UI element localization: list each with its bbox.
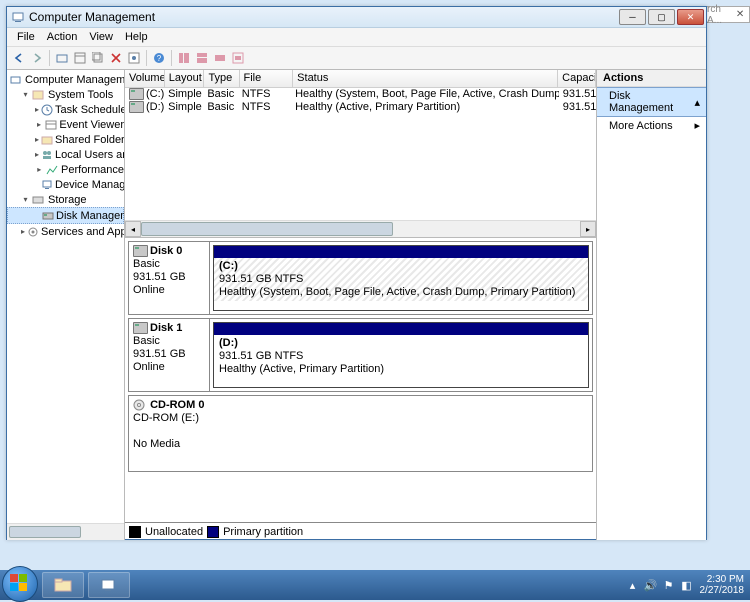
disk-volume[interactable]: (D:) 931.51 GB NTFS Healthy (Active, Pri… (213, 322, 589, 388)
app-icon (11, 10, 25, 24)
tree-event-viewer[interactable]: ▸Event Viewer (7, 117, 124, 132)
list-item[interactable]: (D:) Simple Basic NTFS Healthy (Active, … (125, 101, 596, 114)
actions-disk-management[interactable]: Disk Management▴ (597, 87, 706, 117)
volume-icon[interactable]: 🔊 (644, 578, 658, 592)
scroll-right-icon[interactable]: ▸ (580, 221, 596, 237)
scroll-left-icon[interactable]: ◂ (125, 221, 141, 237)
maximize-button[interactable]: ▢ (648, 9, 675, 25)
taskbar-explorer[interactable] (42, 572, 84, 598)
list-item[interactable]: (C:) Simple Basic NTFS Healthy (System, … (125, 88, 596, 101)
volume-list-header[interactable]: Volume Layout Type File System Status Ca… (125, 70, 596, 88)
cd-icon (133, 399, 147, 411)
clock[interactable]: 2:30 PM 2/27/2018 (700, 574, 745, 596)
menu-file[interactable]: File (11, 31, 41, 43)
taskbar[interactable]: ▴ 🔊 ⚑ ◧ 2:30 PM 2/27/2018 (0, 570, 750, 600)
list-hscrollbar[interactable]: ◂ ▸ (125, 220, 596, 237)
tool-icon[interactable] (90, 50, 106, 66)
drive-icon (129, 101, 144, 113)
menu-action[interactable]: Action (41, 31, 84, 43)
minimize-button[interactable]: ─ (619, 9, 646, 25)
window-title: Computer Management (29, 10, 619, 24)
svg-text:?: ? (157, 54, 162, 63)
legend-swatch-unallocated (129, 526, 141, 538)
col-type[interactable]: Type (204, 70, 239, 87)
nav-tree[interactable]: Computer Management ▾System Tools ▸Task … (7, 70, 125, 540)
main-panel: Volume Layout Type File System Status Ca… (125, 70, 596, 540)
close-button[interactable]: ✕ (677, 9, 704, 25)
drive-icon (129, 88, 144, 100)
back-button[interactable] (11, 50, 27, 66)
legend-swatch-primary (207, 526, 219, 538)
background-search-fragment: rch A...✕ (704, 6, 750, 23)
tree-hscrollbar[interactable] (7, 523, 124, 540)
tree-system-tools[interactable]: ▾System Tools (7, 87, 124, 102)
tree-shared-folders[interactable]: ▸Shared Folders (7, 132, 124, 147)
legend: Unallocated Primary partition (125, 522, 596, 540)
tool-icon[interactable] (230, 50, 246, 66)
disk-icon (133, 245, 148, 257)
actions-pane: Actions Disk Management▴ More Actions▸ (596, 70, 706, 540)
col-layout[interactable]: Layout (165, 70, 205, 87)
tool-icon[interactable] (194, 50, 210, 66)
col-status[interactable]: Status (293, 70, 558, 87)
tray-icon[interactable]: ⚑ (662, 578, 676, 592)
menu-view[interactable]: View (83, 31, 119, 43)
tree-root[interactable]: Computer Management (7, 72, 124, 87)
tray-icon[interactable]: ◧ (680, 578, 694, 592)
help-icon[interactable]: ? (151, 50, 167, 66)
actions-header: Actions (597, 70, 706, 87)
menu-help[interactable]: Help (119, 31, 154, 43)
chevron-right-icon: ▸ (694, 119, 700, 132)
forward-button[interactable] (29, 50, 45, 66)
disk-volume[interactable]: (C:) 931.51 GB NTFS Healthy (System, Boo… (213, 245, 589, 311)
properties-icon[interactable] (126, 50, 142, 66)
disk-row[interactable]: CD-ROM 0 CD-ROM (E:) No Media (128, 395, 593, 472)
tree-device-manager[interactable]: ▸Device Manager (7, 177, 124, 192)
tool-icon[interactable] (72, 50, 88, 66)
taskbar-compmgmt[interactable] (88, 572, 130, 598)
tree-storage[interactable]: ▾Storage (7, 192, 124, 207)
tree-task-scheduler[interactable]: ▸Task Scheduler (7, 102, 124, 117)
start-button[interactable] (2, 566, 38, 602)
toolbar: ? (7, 47, 706, 70)
show-hidden-icon[interactable]: ▴ (626, 578, 640, 592)
disk-icon (133, 322, 148, 334)
tree-performance[interactable]: ▸Performance (7, 162, 124, 177)
tool-icon[interactable] (212, 50, 228, 66)
tree-disk-management[interactable]: ▸Disk Management (7, 207, 124, 224)
actions-more[interactable]: More Actions▸ (597, 117, 706, 134)
delete-icon[interactable] (108, 50, 124, 66)
close-icon: ✕ (736, 9, 747, 21)
tool-icon[interactable] (176, 50, 192, 66)
tray-icons[interactable]: ▴ 🔊 ⚑ ◧ (626, 578, 694, 592)
windows-logo-icon (10, 574, 28, 592)
disk-row[interactable]: Disk 1 Basic 931.51 GB Online (D:) 931.5… (128, 318, 593, 392)
disk-map: Disk 0 Basic 931.51 GB Online (C:) 931.5… (125, 238, 596, 522)
computer-management-window: Computer Management ─ ▢ ✕ File Action Vi… (6, 6, 707, 540)
tool-icon[interactable] (54, 50, 70, 66)
disk-row[interactable]: Disk 0 Basic 931.51 GB Online (C:) 931.5… (128, 241, 593, 315)
tree-services[interactable]: ▸Services and Applications (7, 224, 124, 239)
titlebar[interactable]: Computer Management ─ ▢ ✕ (7, 7, 706, 28)
volume-list[interactable]: (C:) Simple Basic NTFS Healthy (System, … (125, 88, 596, 220)
menubar: File Action View Help (7, 28, 706, 47)
col-volume[interactable]: Volume (125, 70, 165, 87)
col-fs[interactable]: File System (240, 70, 294, 87)
tree-local-users[interactable]: ▸Local Users and Groups (7, 147, 124, 162)
col-capacity[interactable]: Capacity (558, 70, 596, 87)
collapse-icon: ▴ (694, 96, 700, 109)
